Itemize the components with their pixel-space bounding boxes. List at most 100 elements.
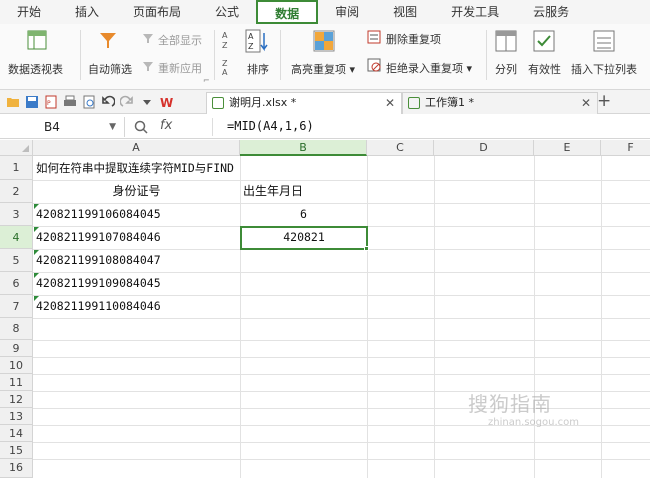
row-header[interactable]: 10 bbox=[0, 357, 33, 374]
svg-text:A: A bbox=[222, 68, 228, 77]
pivot-table-icon bbox=[27, 30, 47, 50]
show-all-button[interactable]: 全部显示 bbox=[158, 32, 202, 48]
fill-handle[interactable] bbox=[364, 246, 369, 251]
open-icon[interactable] bbox=[6, 95, 20, 109]
validity-icon bbox=[533, 30, 555, 52]
validity-button[interactable]: 有效性 bbox=[528, 61, 561, 77]
number-as-text-indicator[interactable] bbox=[34, 204, 39, 209]
tab-view[interactable]: 视图 bbox=[376, 0, 434, 24]
close-tab-icon[interactable]: ✕ bbox=[581, 93, 591, 113]
row-header[interactable]: 8 bbox=[0, 318, 33, 340]
row-header[interactable]: 13 bbox=[0, 408, 33, 425]
doc-tab-label: 工作簿1 * bbox=[425, 96, 474, 109]
column-header-b[interactable]: B bbox=[240, 140, 367, 156]
doc-tab-active[interactable]: 谢明月.xlsx * ✕ bbox=[206, 92, 402, 114]
redo-icon[interactable] bbox=[120, 95, 134, 109]
number-as-text-indicator[interactable] bbox=[34, 227, 39, 232]
reapply-button[interactable]: 重新应用 bbox=[158, 60, 202, 76]
row-header[interactable]: 16 bbox=[0, 459, 33, 478]
tab-cloud[interactable]: 云服务 bbox=[516, 0, 586, 24]
cell-a3[interactable]: 420821199106084045 bbox=[33, 203, 240, 226]
zoom-icon[interactable] bbox=[134, 120, 148, 134]
dropdown-list-icon bbox=[593, 30, 615, 52]
reapply-icon bbox=[143, 62, 153, 71]
row-header[interactable]: 5 bbox=[0, 249, 33, 272]
row-header[interactable]: 2 bbox=[0, 180, 33, 203]
column-header-c[interactable]: C bbox=[367, 140, 434, 156]
reject-duplicates-button[interactable]: 拒绝录入重复项 ▾ bbox=[386, 60, 472, 76]
cell-a7[interactable]: 420821199110084046 bbox=[33, 295, 240, 318]
spreadsheet-icon bbox=[212, 97, 224, 109]
number-as-text-indicator[interactable] bbox=[34, 273, 39, 278]
text-to-columns-button[interactable]: 分列 bbox=[495, 61, 517, 77]
row-header[interactable]: 15 bbox=[0, 442, 33, 459]
show-all-icon bbox=[143, 34, 153, 43]
tab-data[interactable]: 数据 bbox=[256, 0, 319, 24]
chevron-down-icon[interactable]: ▼ bbox=[109, 117, 116, 137]
doc-tab[interactable]: 工作簿1 * ✕ bbox=[402, 92, 598, 114]
number-as-text-indicator[interactable] bbox=[34, 296, 39, 301]
row-header[interactable]: 7 bbox=[0, 295, 33, 318]
row-header[interactable]: 1 bbox=[0, 156, 33, 180]
remove-duplicates-button[interactable]: 删除重复项 bbox=[386, 31, 441, 47]
reject-duplicates-icon bbox=[367, 58, 381, 72]
row-header[interactable]: 6 bbox=[0, 272, 33, 295]
cell-a6[interactable]: 420821199109084045 bbox=[33, 272, 240, 295]
insert-dropdown-button[interactable]: 插入下拉列表 bbox=[571, 61, 637, 77]
cell-b4-selected[interactable]: 420821 bbox=[240, 226, 368, 250]
column-header-a[interactable]: A bbox=[33, 140, 240, 156]
formula-input[interactable]: =MID(A4,1,6) bbox=[227, 119, 314, 133]
highlight-duplicates-button[interactable]: 高亮重复项 ▾ bbox=[291, 61, 355, 77]
column-header-f[interactable]: F bbox=[601, 140, 650, 156]
cell-a5[interactable]: 420821199108084047 bbox=[33, 249, 240, 272]
name-box[interactable]: B4 ▼ bbox=[0, 117, 125, 137]
save-icon[interactable] bbox=[25, 95, 39, 109]
undo-icon[interactable] bbox=[101, 95, 115, 109]
wps-logo-icon: W bbox=[160, 96, 173, 109]
row-header[interactable]: 12 bbox=[0, 391, 33, 408]
print-icon[interactable] bbox=[63, 95, 77, 109]
watermark-url: zhinan.sogou.com bbox=[488, 417, 580, 428]
tab-page-layout[interactable]: 页面布局 bbox=[116, 0, 198, 24]
highlight-duplicates-icon bbox=[313, 30, 335, 52]
tab-start[interactable]: 开始 bbox=[0, 0, 58, 24]
row-header[interactable]: 14 bbox=[0, 425, 33, 442]
remove-duplicates-icon bbox=[367, 30, 381, 44]
cell-a4[interactable]: 420821199107084046 bbox=[33, 226, 240, 249]
customize-toolbar-icon[interactable] bbox=[140, 95, 154, 109]
column-header-e[interactable]: E bbox=[534, 140, 601, 156]
cell-a1[interactable]: 如何在符串中提取连续字符MID与FIND bbox=[33, 156, 367, 180]
fx-icon[interactable]: fx bbox=[160, 118, 172, 133]
select-all-button[interactable] bbox=[0, 140, 33, 156]
watermark-title: 搜狗指南 bbox=[468, 392, 552, 416]
cell-a2[interactable]: 身份证号 bbox=[33, 180, 240, 203]
column-header-d[interactable]: D bbox=[434, 140, 534, 156]
row-header[interactable]: 11 bbox=[0, 374, 33, 391]
sort-descending-icon: ZA bbox=[222, 59, 228, 77]
row-header[interactable]: 9 bbox=[0, 340, 33, 357]
reject-duplicates-label: 拒绝录入重复项 bbox=[386, 62, 463, 75]
cell-b3[interactable]: 6 bbox=[240, 203, 367, 226]
svg-text:Z: Z bbox=[248, 42, 254, 51]
autofilter-button[interactable]: 自动筛选 bbox=[88, 61, 132, 77]
tab-review[interactable]: 审阅 bbox=[318, 0, 376, 24]
row-header[interactable]: 3 bbox=[0, 203, 33, 226]
name-box-value: B4 bbox=[44, 120, 60, 134]
svg-text:Z: Z bbox=[222, 59, 228, 68]
export-pdf-icon[interactable]: P bbox=[44, 95, 58, 109]
cell-b2[interactable]: 出生年月日 bbox=[240, 180, 367, 203]
print-preview-icon[interactable] bbox=[82, 95, 96, 109]
tab-insert[interactable]: 插入 bbox=[58, 0, 116, 24]
svg-text:W: W bbox=[160, 96, 173, 109]
pivot-table-button[interactable]: 数据透视表 bbox=[8, 61, 63, 77]
tab-formulas[interactable]: 公式 bbox=[198, 0, 256, 24]
close-tab-icon[interactable]: ✕ bbox=[385, 93, 395, 113]
sort-button[interactable]: 排序 bbox=[247, 61, 269, 77]
number-as-text-indicator[interactable] bbox=[34, 250, 39, 255]
doc-tab-label: 谢明月.xlsx * bbox=[229, 96, 297, 109]
filter-icon bbox=[100, 33, 116, 48]
row-header[interactable]: 4 bbox=[0, 226, 33, 249]
tab-developer[interactable]: 开发工具 bbox=[434, 0, 516, 24]
new-tab-button[interactable]: + bbox=[597, 91, 611, 111]
dialog-launcher[interactable]: ⌐ bbox=[203, 76, 210, 85]
